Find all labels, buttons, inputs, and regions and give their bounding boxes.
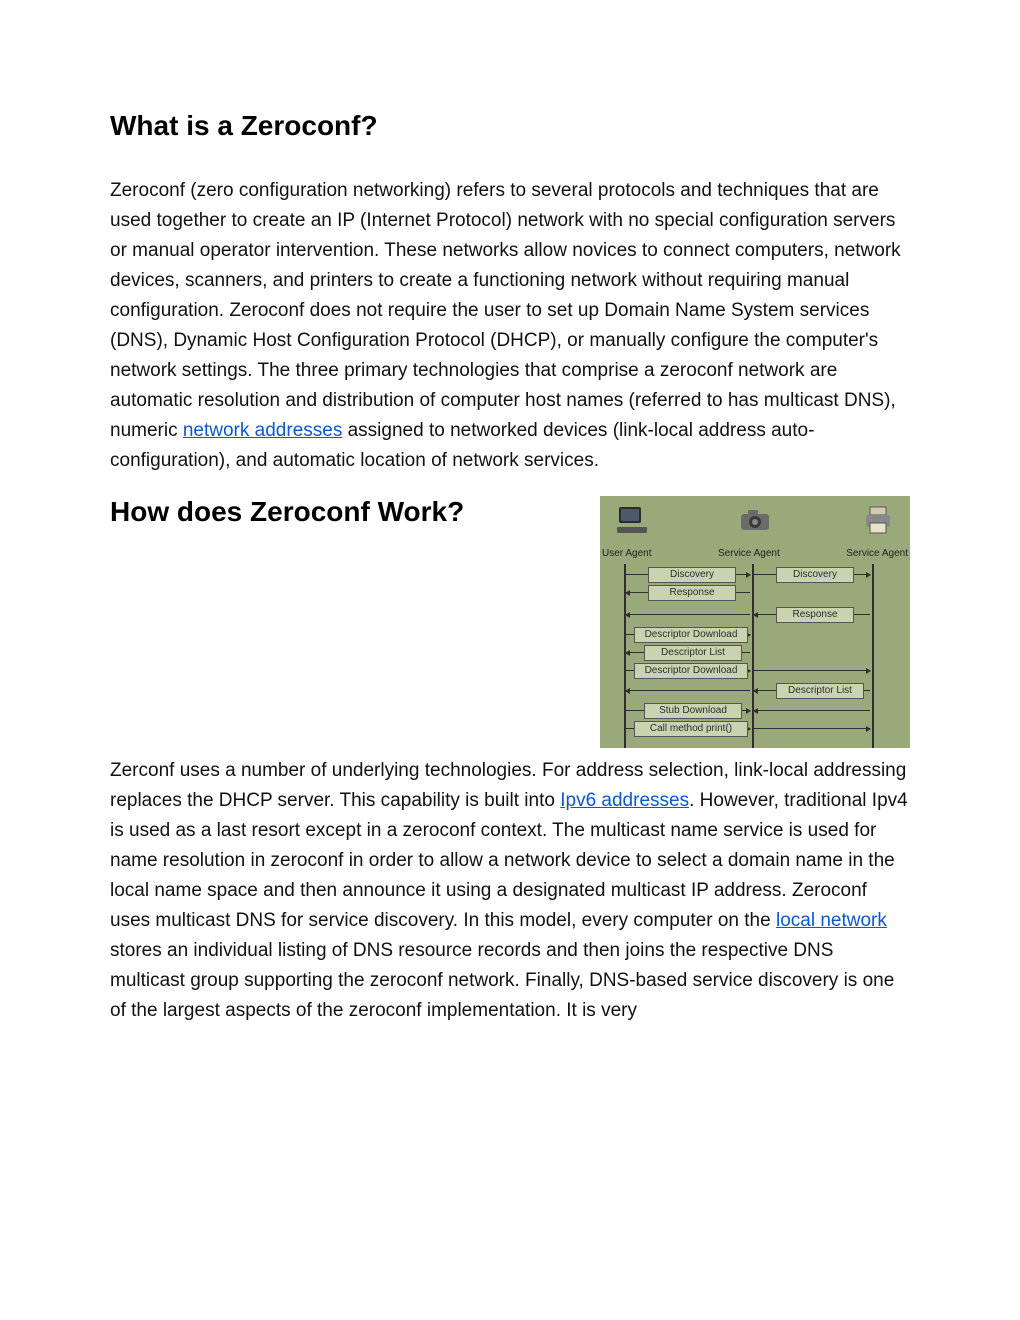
- msg-call-method: Call method print(): [634, 721, 748, 737]
- intro-text-a: Zeroconf (zero configuration networking)…: [110, 180, 901, 441]
- label-service-agent-1: Service Agent: [718, 548, 780, 559]
- msg-descriptor-download-2: Descriptor Download: [634, 663, 748, 679]
- how-text-c: stores an individual listing of DNS reso…: [110, 940, 894, 1021]
- printer-icon: [860, 502, 896, 538]
- paragraph-intro: Zeroconf (zero configuration networking)…: [110, 176, 910, 476]
- link-local-network[interactable]: local network: [776, 910, 887, 931]
- label-user-agent: User Agent: [602, 548, 651, 559]
- msg-discovery-1: Discovery: [648, 567, 736, 583]
- msg-response-2: Response: [776, 607, 854, 623]
- link-network-addresses[interactable]: network addresses: [183, 420, 342, 441]
- heading-what-is-zeroconf: What is a Zeroconf?: [110, 110, 910, 142]
- link-ipv6-addresses[interactable]: Ipv6 addresses: [560, 790, 689, 811]
- sequence-diagram-figure: User Agent Service Agent Service Agent D…: [600, 496, 910, 748]
- label-service-agent-2: Service Agent: [846, 548, 908, 559]
- monitor-icon: [614, 502, 650, 538]
- camera-icon: [737, 502, 773, 538]
- msg-descriptor-list-2: Descriptor List: [776, 683, 864, 699]
- msg-descriptor-download-1: Descriptor Download: [634, 627, 748, 643]
- msg-discovery-2: Discovery: [776, 567, 854, 583]
- msg-response-1: Response: [648, 585, 736, 601]
- paragraph-how-works: Zerconf uses a number of underlying tech…: [110, 756, 910, 1026]
- msg-descriptor-list-1: Descriptor List: [644, 645, 742, 661]
- msg-stub-download: Stub Download: [644, 703, 742, 719]
